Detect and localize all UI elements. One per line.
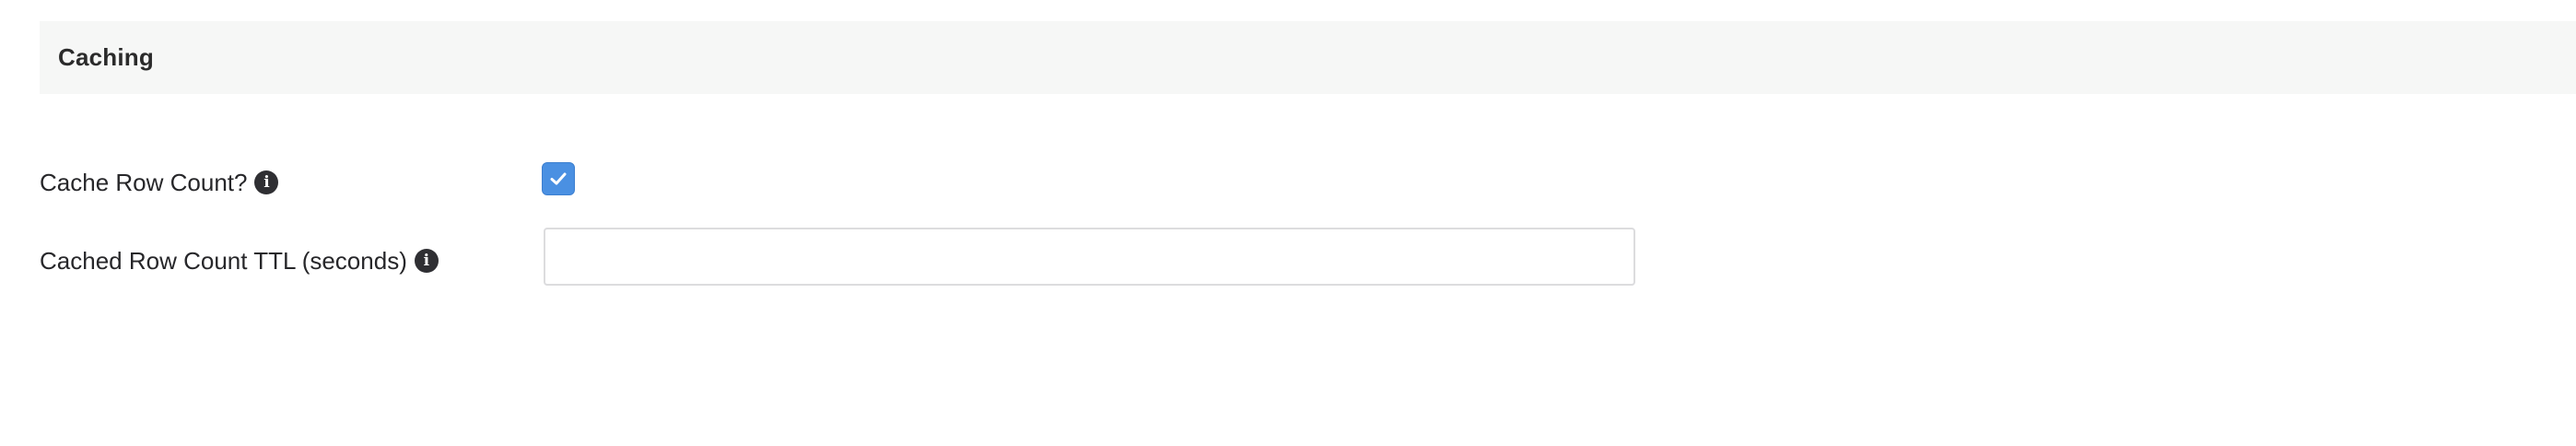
- info-icon[interactable]: i: [254, 170, 279, 194]
- cached-row-count-ttl-input[interactable]: [544, 228, 1635, 286]
- cached-row-count-ttl-row: Cached Row Count TTL (seconds) i: [40, 241, 439, 280]
- caching-settings-panel: Caching Cache Row Count? i Cached Row Co…: [0, 0, 2576, 446]
- cache-row-count-row: Cache Row Count? i: [40, 164, 279, 201]
- cache-row-count-label: Cache Row Count?: [40, 168, 248, 196]
- section-header: Caching: [40, 21, 2576, 94]
- checkmark-icon: [550, 172, 567, 185]
- cached-row-count-ttl-label: Cached Row Count TTL (seconds): [40, 246, 407, 275]
- info-icon[interactable]: i: [414, 249, 439, 273]
- section-title: Caching: [58, 43, 154, 71]
- cache-row-count-checkbox[interactable]: [542, 162, 575, 195]
